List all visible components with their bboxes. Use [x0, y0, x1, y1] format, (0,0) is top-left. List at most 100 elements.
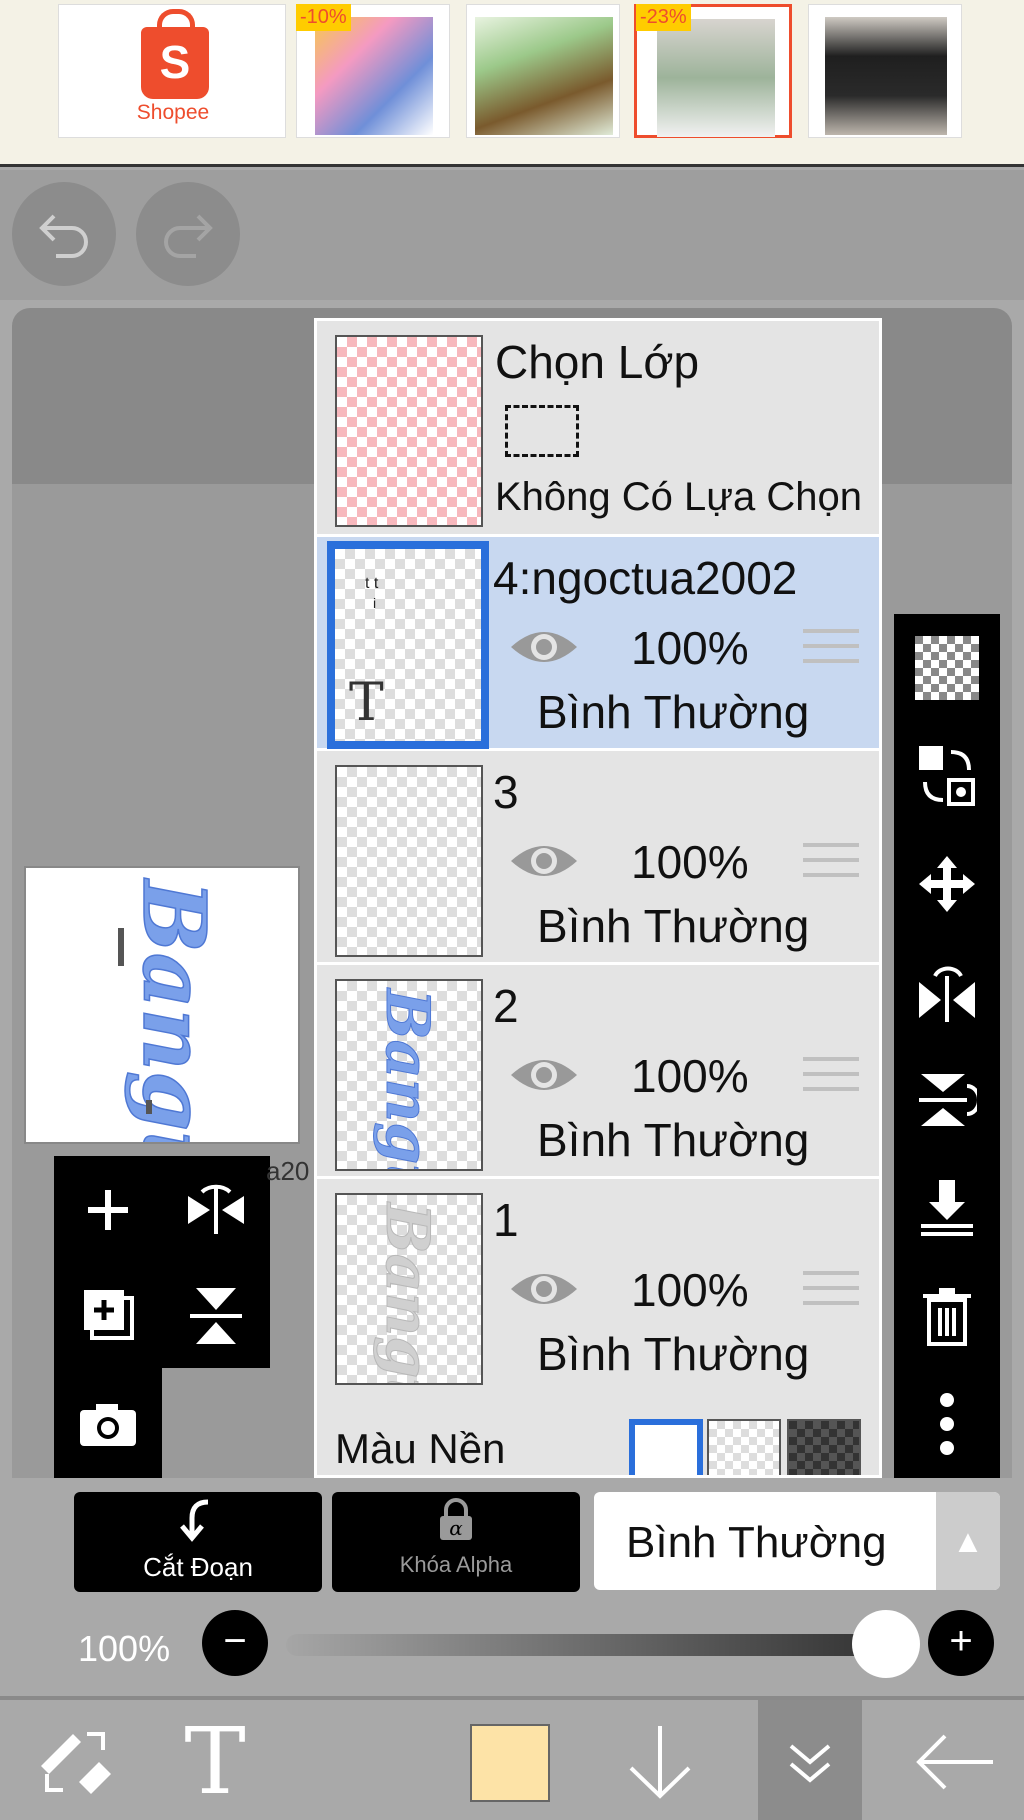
duplicate-layer-button[interactable] — [54, 1262, 162, 1368]
add-layer-button[interactable] — [54, 1156, 162, 1262]
layer-blend-mode: Bình Thường — [537, 1328, 810, 1380]
canvas-preview[interactable]: Bangtan — [24, 866, 300, 1144]
flip-horizontal-button[interactable] — [162, 1156, 270, 1262]
layer-row-2[interactable]: Bangtan 2 100% Bình Thường — [317, 965, 879, 1275]
blend-mode-select[interactable]: Bình Thường ▲ — [594, 1492, 1000, 1590]
blend-mode-value: Bình Thường — [626, 1518, 887, 1567]
ad-product-4[interactable] — [808, 4, 962, 138]
svg-text:α: α — [449, 1516, 463, 1540]
right-toolbar — [894, 614, 1000, 1480]
more-options-button[interactable] — [894, 1370, 1000, 1478]
layers-toggle-button[interactable] — [758, 1700, 862, 1820]
eye-icon[interactable] — [507, 1265, 581, 1313]
brush-eraser-toggle-button[interactable] — [20, 1700, 130, 1820]
product-image — [657, 19, 775, 137]
alpha-lock-button[interactable]: α Khóa Alpha — [332, 1492, 580, 1592]
text-tool-icon: T — [184, 1708, 246, 1815]
brush-eraser-icon — [41, 1732, 111, 1794]
layer-opacity: 100% — [631, 1264, 749, 1316]
discount-badge: -10% — [296, 4, 351, 31]
flip-vertical-button[interactable] — [162, 1262, 270, 1368]
flip-horizontal-right-button[interactable] — [894, 938, 1000, 1046]
discount-badge: -23% — [636, 4, 691, 31]
clipping-button[interactable]: Cắt Đoạn — [74, 1492, 322, 1592]
layer-opacity: 100% — [631, 836, 749, 888]
layer-name: 4:ngoctua2002 — [493, 552, 798, 604]
selection-layer-title: Chọn Lớp — [495, 336, 700, 388]
layer-panel: Chọn Lớp Không Có Lựa Chọn t t i T 4:ngo… — [314, 318, 882, 1478]
flip-vertical-icon — [919, 1074, 981, 1126]
layer-thumbnail: Bangtan — [335, 979, 483, 1275]
flip-vertical-icon — [190, 1288, 242, 1344]
drag-handle-icon[interactable] — [803, 629, 859, 663]
camera-icon — [80, 1404, 136, 1446]
svg-text:Bangtan: Bangtan — [372, 987, 442, 1169]
layer-opacity: 100% — [631, 1050, 749, 1102]
layer-blend-mode: Bình Thường — [537, 686, 810, 738]
drag-handle-icon[interactable] — [803, 1271, 859, 1305]
eye-icon[interactable] — [507, 623, 581, 671]
layer-artwork: Bangtan — [372, 987, 443, 1275]
back-button[interactable] — [900, 1700, 1010, 1820]
undo-icon — [39, 214, 88, 258]
move-layer-down-button[interactable] — [610, 1700, 710, 1820]
checker-icon — [915, 636, 979, 700]
undo-button[interactable] — [12, 182, 116, 286]
drag-handle-icon[interactable] — [803, 1057, 859, 1091]
opacity-increase-button[interactable]: + — [928, 1610, 994, 1676]
layer-row-4[interactable]: t t i T 4:ngoctua2002 100% Bình Thường — [317, 537, 879, 751]
plus-icon — [88, 1190, 128, 1230]
ad-banner[interactable]: S Shopee -10% -23% — [0, 0, 1024, 167]
merge-down-icon — [921, 1180, 973, 1236]
bg-dark-checker-swatch[interactable] — [787, 1419, 861, 1475]
move-button[interactable] — [894, 830, 1000, 938]
product-image — [475, 17, 613, 135]
current-color-swatch[interactable] — [470, 1724, 550, 1802]
trash-icon — [923, 1288, 971, 1346]
layer-row-3[interactable]: 3 100% Bình Thường — [317, 751, 879, 965]
more-vertical-icon — [940, 1393, 954, 1455]
double-chevron-down-icon — [789, 1744, 831, 1783]
opacity-percent: 100% — [78, 1628, 171, 1669]
layer-tool-palette — [54, 1156, 270, 1368]
flip-horizontal-icon — [919, 966, 975, 1022]
top-toolbar — [0, 170, 1024, 300]
layer-name-peek: a20 — [266, 1156, 310, 1186]
swap-transform-button[interactable] — [894, 722, 1000, 830]
delete-layer-button[interactable] — [894, 1262, 1000, 1370]
opacity-slider[interactable] — [286, 1634, 886, 1656]
bg-transparent-swatch[interactable] — [707, 1419, 781, 1475]
redo-button[interactable] — [136, 182, 240, 286]
product-image — [825, 17, 947, 135]
shopee-logo-tile[interactable]: S Shopee — [58, 4, 286, 138]
eye-icon[interactable] — [507, 837, 581, 885]
layer-blend-mode: Bình Thường — [537, 900, 810, 952]
preview-artwork: Bangtan — [118, 876, 225, 1144]
move-icon — [919, 856, 975, 912]
alpha-lock-label: Khóa Alpha — [399, 1552, 513, 1577]
drag-handle-icon[interactable] — [803, 843, 859, 877]
product-image — [315, 17, 433, 135]
opacity-slider-knob[interactable] — [852, 1610, 920, 1678]
layer-name: 2 — [493, 980, 519, 1032]
selection-status: Không Có Lựa Chọn — [495, 475, 863, 519]
flip-vertical-right-button[interactable] — [894, 1046, 1000, 1154]
bg-white-swatch[interactable] — [629, 1419, 703, 1475]
text-layer-icon: T — [349, 673, 384, 733]
layer-controls: Cắt Đoạn α Khóa Alpha Bình Thường ▲ 100%… — [0, 1478, 1024, 1696]
opacity-decrease-button[interactable]: − — [202, 1610, 268, 1676]
camera-button[interactable] — [54, 1370, 162, 1476]
svg-text:Bangtan: Bangtan — [123, 877, 224, 1144]
clipping-label: Cắt Đoạn — [143, 1552, 253, 1582]
merge-down-button[interactable] — [894, 1154, 1000, 1262]
layer-row-1[interactable]: Bangtan 1 100% Bình Thường — [317, 1179, 879, 1475]
transparency-button[interactable] — [894, 614, 1000, 722]
lock-icon: α — [440, 1498, 472, 1540]
dropdown-arrow-icon[interactable]: ▲ — [936, 1492, 1000, 1590]
eye-icon[interactable] — [507, 1051, 581, 1099]
ad-product-2[interactable] — [466, 4, 620, 138]
text-tool-button[interactable]: T — [160, 1700, 270, 1820]
selection-layer-row[interactable]: Chọn Lớp Không Có Lựa Chọn — [317, 321, 879, 537]
background-color-row: Màu Nền — [317, 1389, 879, 1475]
duplicate-icon — [84, 1290, 134, 1340]
